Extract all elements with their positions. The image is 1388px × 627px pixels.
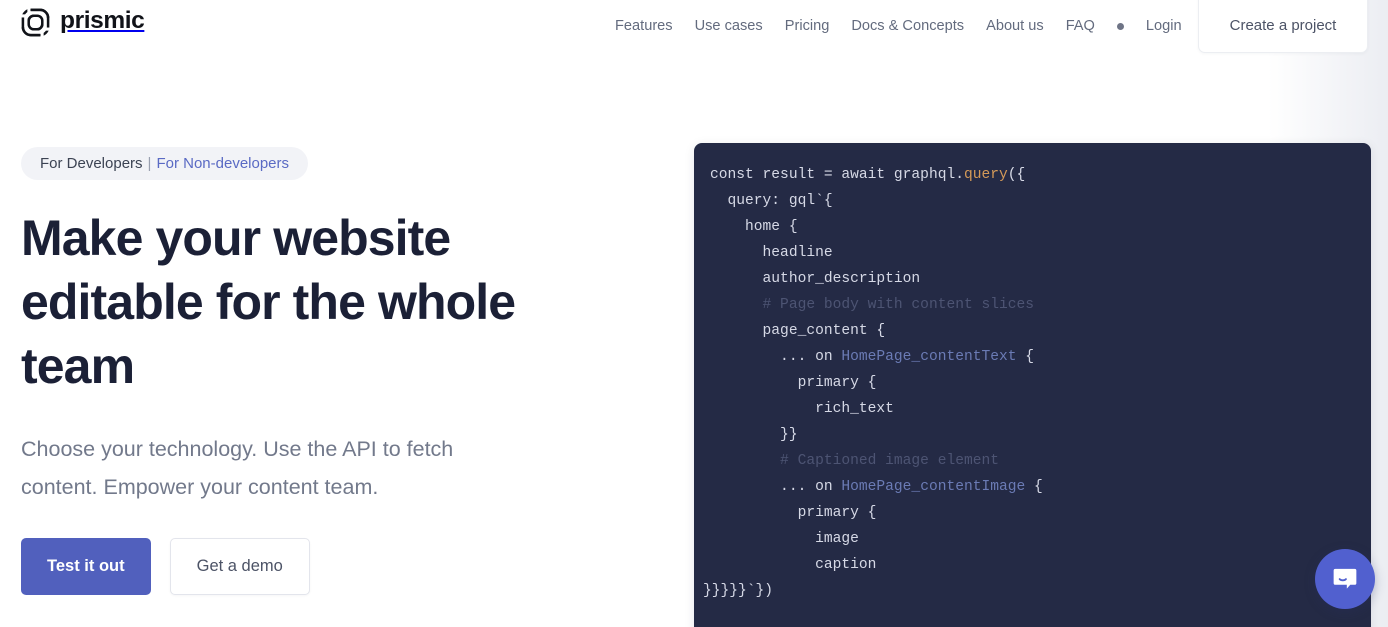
chat-bubble-icon — [1330, 564, 1360, 594]
nav-item-faq[interactable]: FAQ — [1055, 0, 1106, 52]
code-token: HomePage_contentText — [841, 349, 1016, 365]
code-token: ... on — [710, 479, 841, 495]
code-token: }} — [710, 427, 798, 443]
code-line: }} — [694, 422, 1371, 448]
create-a-project-button[interactable]: Create a project — [1198, 0, 1368, 53]
code-line: query: gql`{ — [694, 188, 1371, 214]
brand-logo-link[interactable]: prismic — [20, 7, 144, 38]
code-sample-panel: const result = await graphql.query({ que… — [694, 143, 1371, 627]
code-token: const result = await graphql. — [710, 167, 964, 183]
code-token: primary { — [710, 505, 876, 521]
code-line: primary { — [694, 370, 1371, 396]
code-line: caption — [694, 552, 1371, 578]
site-header: prismic Features Use cases Pricing Docs … — [0, 0, 1388, 52]
code-line: const result = await graphql.query({ — [694, 162, 1371, 188]
code-token: ({ — [1008, 167, 1026, 183]
hero-subtitle: Choose your technology. Use the API to f… — [21, 431, 481, 507]
code-sample-text: const result = await graphql.query({ que… — [694, 143, 1371, 604]
page-title: Make your website editable for the whole… — [21, 206, 521, 398]
code-line: home { — [694, 214, 1371, 240]
badge-for-non-developers[interactable]: For Non-developers — [156, 156, 289, 171]
hero-actions: Test it out Get a demo — [21, 538, 641, 595]
code-token: caption — [710, 557, 876, 573]
code-line: image — [694, 526, 1371, 552]
code-token: ... on — [710, 349, 841, 365]
badge-separator: | — [148, 156, 152, 171]
nav-item-login[interactable]: Login — [1135, 0, 1193, 52]
nav-item-features[interactable]: Features — [608, 0, 684, 52]
nav-item-use-cases[interactable]: Use cases — [684, 0, 774, 52]
hero-content: For Developers | For Non-developers Make… — [21, 147, 641, 595]
audience-toggle-badge[interactable]: For Developers | For Non-developers — [21, 147, 308, 180]
code-line: ... on HomePage_contentText { — [694, 344, 1371, 370]
code-token: author_description — [710, 271, 920, 287]
code-token: image — [710, 531, 859, 547]
code-line: primary { — [694, 500, 1371, 526]
chat-widget-button[interactable] — [1315, 549, 1375, 609]
code-token: page_content { — [710, 323, 885, 339]
brand-name: prismic — [60, 9, 144, 36]
code-token: rich_text — [710, 401, 894, 417]
nav-item-pricing[interactable]: Pricing — [774, 0, 841, 52]
page-root: prismic Features Use cases Pricing Docs … — [0, 0, 1388, 627]
badge-for-developers[interactable]: For Developers — [40, 156, 143, 171]
code-token: # Captioned image element — [710, 453, 999, 469]
primary-nav: Features Use cases Pricing Docs & Concep… — [608, 0, 1193, 52]
get-a-demo-button[interactable]: Get a demo — [170, 538, 310, 595]
code-token: { — [1025, 479, 1043, 495]
code-line: ... on HomePage_contentImage { — [694, 474, 1371, 500]
code-line: # Captioned image element — [694, 448, 1371, 474]
code-token: home { — [710, 219, 798, 235]
prismic-logo-icon — [20, 7, 51, 38]
dot-separator-icon — [1117, 23, 1124, 30]
code-token: primary { — [710, 375, 876, 391]
code-line: rich_text — [694, 396, 1371, 422]
code-token: query — [964, 167, 1008, 183]
create-a-project-label: Create a project — [1230, 17, 1337, 34]
code-token: query: gql`{ — [710, 193, 833, 209]
code-token: { — [1017, 349, 1035, 365]
code-token: }}}}}`}) — [703, 583, 773, 599]
code-line: # Page body with content slices — [694, 292, 1371, 318]
test-it-out-button[interactable]: Test it out — [21, 538, 151, 595]
nav-item-about-us[interactable]: About us — [975, 0, 1055, 52]
code-token: HomePage_contentImage — [841, 479, 1025, 495]
code-line: author_description — [694, 266, 1371, 292]
code-token: # Page body with content slices — [710, 297, 1034, 313]
code-line: }}}}}`}) — [694, 578, 1371, 604]
code-line: page_content { — [694, 318, 1371, 344]
code-line: headline — [694, 240, 1371, 266]
code-token: headline — [710, 245, 833, 261]
nav-item-docs-concepts[interactable]: Docs & Concepts — [840, 0, 975, 52]
